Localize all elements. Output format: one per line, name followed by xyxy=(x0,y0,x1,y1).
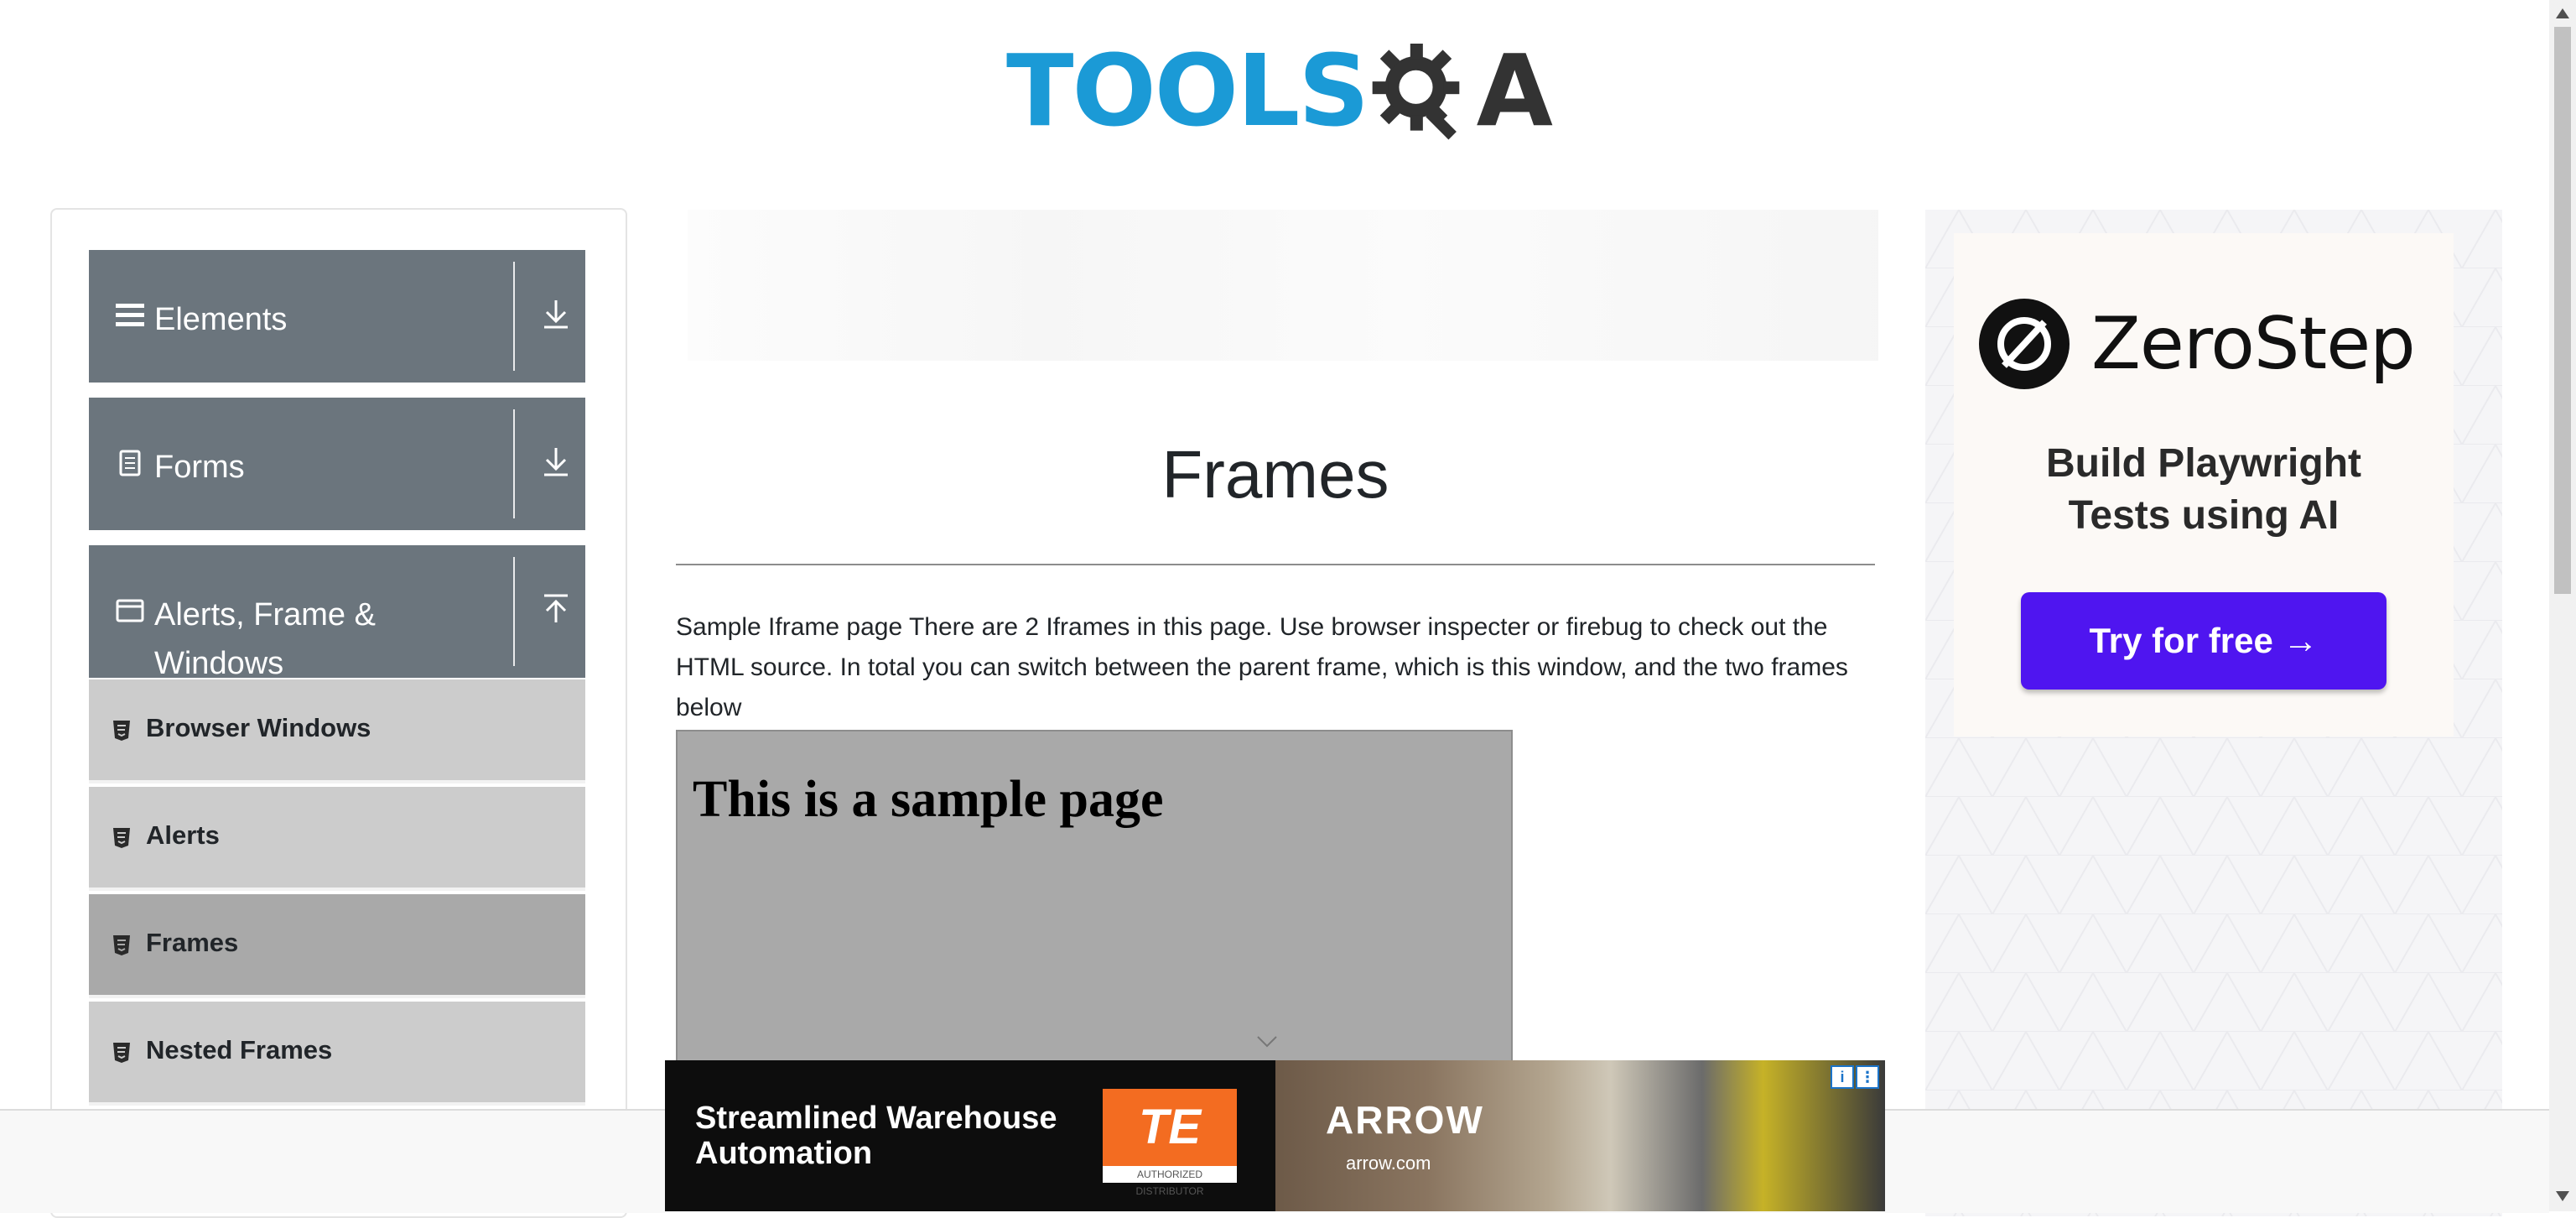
group-elements-label: Elements xyxy=(154,302,288,337)
page-description: Sample Iframe page There are 2 Iframes i… xyxy=(676,613,1848,721)
group-divider xyxy=(513,262,515,371)
sidebar-item-browser-windows[interactable]: Browser Windows xyxy=(89,679,585,783)
html5-icon xyxy=(113,828,130,848)
sidebar-item-label: Alerts xyxy=(146,820,220,850)
right-ad[interactable]: ZeroStep Build Playwright Tests using AI … xyxy=(1925,210,2502,1216)
logo-text: TOOLS xyxy=(1006,33,1369,148)
html5-icon xyxy=(113,935,130,955)
list-icon xyxy=(116,304,144,326)
logo-suffix: A xyxy=(1476,33,1553,148)
group-divider xyxy=(513,557,515,666)
faded-banner xyxy=(688,210,1878,361)
chevron-down-icon[interactable] xyxy=(542,445,570,478)
ad-menu-icon[interactable]: ⋮ xyxy=(1856,1065,1879,1089)
sidebar-item-label: Nested Frames xyxy=(146,1035,333,1064)
zerostep-logo-icon xyxy=(1979,299,2070,389)
divider xyxy=(676,564,1875,565)
group-elements[interactable]: Elements xyxy=(89,250,585,383)
scroll-down-icon[interactable] xyxy=(2556,1191,2569,1201)
ad-info-icon[interactable]: i xyxy=(1831,1065,1854,1089)
left-panel: Elements Forms Alerts, Frame & Windows B… xyxy=(50,208,627,1218)
sidebar-item-label: Frames xyxy=(146,928,239,957)
sidebar-item-label: Browser Windows xyxy=(146,713,371,742)
group-forms[interactable]: Forms xyxy=(89,398,585,530)
gear-magnifier-icon xyxy=(1372,43,1460,140)
arrow-url: arrow.com xyxy=(1346,1153,1431,1174)
bottom-ad[interactable]: Streamlined Warehouse Automation TE AUTHO… xyxy=(665,1060,1885,1211)
group-alerts-frame-windows[interactable]: Alerts, Frame & Windows xyxy=(89,545,585,681)
sidebar-item-frames[interactable]: Frames xyxy=(89,894,585,998)
ad-tagline: Build Playwright Tests using AI xyxy=(2045,441,2362,538)
html5-icon xyxy=(113,1043,130,1063)
document-icon xyxy=(119,450,141,476)
site-logo[interactable]: TOOLS A xyxy=(1006,23,1553,158)
page-scrollbar[interactable] xyxy=(2549,0,2576,1211)
ad-card[interactable]: ZeroStep Build Playwright Tests using AI … xyxy=(1954,233,2454,737)
sidebar-item-alerts[interactable]: Alerts xyxy=(89,787,585,891)
ad-headline: Streamlined Warehouse Automation xyxy=(695,1101,1057,1171)
brand-name: ZeroStep xyxy=(2091,302,2416,386)
te-logo: TE AUTHORIZED DISTRIBUTOR xyxy=(1103,1089,1237,1197)
iframe-frame1[interactable]: This is a sample page xyxy=(676,730,1513,1082)
group-divider xyxy=(513,409,515,518)
brand: ZeroStep xyxy=(1979,299,2416,389)
chevron-down-icon[interactable] xyxy=(542,297,570,331)
chevron-down-icon xyxy=(1257,1036,1277,1048)
scroll-thumb[interactable] xyxy=(2554,27,2571,594)
scroll-up-icon[interactable] xyxy=(2556,8,2569,18)
arrow-logo: ARROW xyxy=(1326,1098,1484,1142)
sidebar-item-nested-frames[interactable]: Nested Frames xyxy=(89,1002,585,1106)
group-forms-label: Forms xyxy=(154,450,245,485)
iframe-heading: This is a sample page xyxy=(693,771,1164,828)
chevron-up-icon[interactable] xyxy=(542,592,570,626)
page-title: Frames xyxy=(1161,437,1389,512)
html5-icon xyxy=(113,721,130,741)
warehouse-photo: ARROW arrow.com xyxy=(1275,1060,1885,1211)
try-free-button[interactable]: Try for free → xyxy=(2021,592,2386,690)
window-icon xyxy=(116,599,144,622)
group-alerts-label: Alerts, Frame & Windows xyxy=(154,597,376,681)
